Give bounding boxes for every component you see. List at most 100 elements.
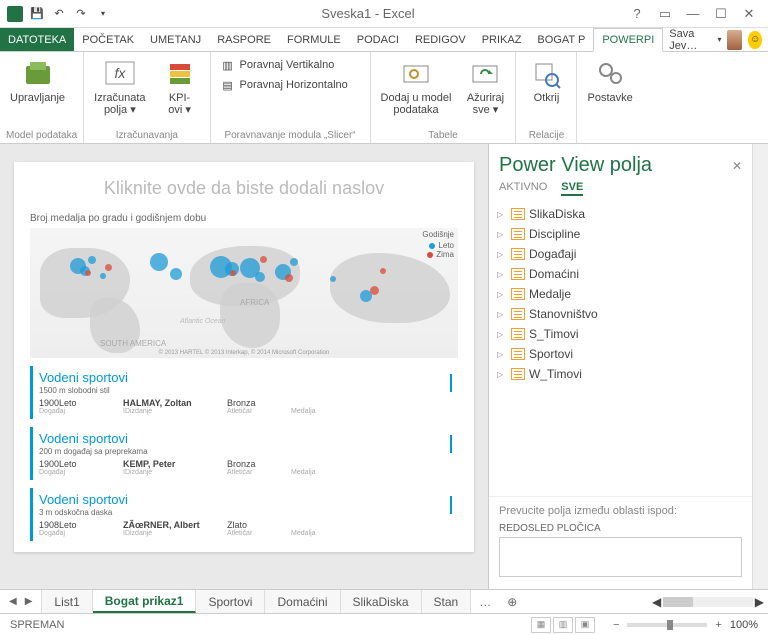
map-bubble[interactable] bbox=[285, 274, 293, 282]
settings-button[interactable]: Postavke bbox=[583, 56, 636, 106]
fx-icon: fx bbox=[104, 58, 136, 90]
pane-close-icon[interactable]: ✕ bbox=[732, 159, 742, 173]
sheet-tab[interactable]: Sportovi bbox=[196, 590, 265, 613]
field-table-item[interactable]: ▷Medalje bbox=[495, 284, 746, 304]
report-tile[interactable]: Vodeni sportovi3 m odskočna daska1908Let… bbox=[30, 488, 458, 541]
subtab-all[interactable]: SVE bbox=[561, 181, 583, 196]
view-page-icon[interactable]: ▥ bbox=[553, 617, 573, 633]
maximize-icon[interactable]: ☐ bbox=[708, 4, 734, 24]
tab-data[interactable]: PODACI bbox=[349, 28, 407, 51]
window-controls: ? ▭ — ☐ ✕ bbox=[618, 4, 768, 24]
map-chart[interactable]: Godišnje Leto Zima © 2013 HARTEL © 2013 … bbox=[30, 228, 458, 358]
expand-icon[interactable]: ▷ bbox=[497, 310, 507, 319]
ribbon-display-icon[interactable]: ▭ bbox=[652, 4, 678, 24]
expand-icon[interactable]: ▷ bbox=[497, 350, 507, 359]
tab-powerview[interactable]: BOGAT P bbox=[529, 28, 593, 51]
add-to-model-button[interactable]: Dodaj u model podataka bbox=[377, 56, 456, 118]
zoom-in-icon[interactable]: + bbox=[713, 619, 723, 631]
map-bubble[interactable] bbox=[85, 270, 91, 276]
expand-icon[interactable]: ▷ bbox=[497, 290, 507, 299]
tab-layout[interactable]: RASPORE bbox=[209, 28, 279, 51]
new-sheet-icon[interactable]: ⊕ bbox=[499, 590, 525, 613]
tab-insert[interactable]: UMETANJ bbox=[142, 28, 209, 51]
subtab-active[interactable]: AKTIVNO bbox=[499, 181, 547, 196]
map-bubble[interactable] bbox=[380, 268, 386, 274]
refresh-all-button[interactable]: Ažuriraj sve ▾ bbox=[461, 56, 509, 118]
tab-home[interactable]: POČETAK bbox=[74, 28, 142, 51]
sheet-tab[interactable]: Stan bbox=[422, 590, 472, 613]
view-break-icon[interactable]: ▣ bbox=[575, 617, 595, 633]
vertical-scrollbar[interactable] bbox=[752, 144, 768, 589]
field-table-item[interactable]: ▷Sportovi bbox=[495, 344, 746, 364]
align-horizontal-button[interactable]: ▤Poravnaj Horizontalno bbox=[217, 76, 351, 94]
expand-icon[interactable]: ▷ bbox=[497, 230, 507, 239]
feedback-icon[interactable]: ☺ bbox=[748, 31, 762, 49]
table-icon bbox=[511, 228, 525, 240]
zoom-level[interactable]: 100% bbox=[730, 619, 758, 631]
tile-accent bbox=[450, 435, 452, 453]
sheet-nav-prev-icon[interactable]: ◀ bbox=[6, 596, 20, 607]
qat-customize-icon[interactable]: ▾ bbox=[94, 5, 112, 23]
calc-fields-button[interactable]: fx Izračunata polja ▾ bbox=[90, 56, 149, 118]
field-table-item[interactable]: ▷Discipline bbox=[495, 224, 746, 244]
map-bubble[interactable] bbox=[290, 258, 298, 266]
group-tables: Dodaj u model podataka Ažuriraj sve ▾ Ta… bbox=[371, 52, 517, 143]
kpi-button[interactable]: KPI- ovi ▾ bbox=[156, 56, 204, 118]
field-table-item[interactable]: ▷Događaji bbox=[495, 244, 746, 264]
sheet-tab[interactable]: List1 bbox=[42, 590, 92, 613]
undo-icon[interactable]: ↶ bbox=[50, 5, 68, 23]
align-vertical-button[interactable]: ▥Poravnaj Vertikalno bbox=[217, 56, 351, 74]
sheet-tab[interactable]: Domaćini bbox=[265, 590, 340, 613]
zoom-slider[interactable] bbox=[627, 623, 707, 627]
minimize-icon[interactable]: — bbox=[680, 4, 706, 24]
map-bubble[interactable] bbox=[330, 276, 336, 282]
tab-view[interactable]: PRIKAZ bbox=[474, 28, 530, 51]
report-title-placeholder[interactable]: Kliknite ovde da biste dodali naslov bbox=[30, 178, 458, 199]
map-bubble[interactable] bbox=[88, 256, 96, 264]
field-table-item[interactable]: ▷W_Timovi bbox=[495, 364, 746, 384]
app-icon[interactable] bbox=[6, 5, 24, 23]
tab-powerpivot[interactable]: POWERPI bbox=[593, 28, 663, 52]
field-table-item[interactable]: ▷Domaćini bbox=[495, 264, 746, 284]
detect-button[interactable]: Otkrij bbox=[522, 56, 570, 106]
zoom-out-icon[interactable]: − bbox=[611, 619, 621, 631]
horizontal-scrollbar[interactable]: ◀ ▶ bbox=[648, 590, 768, 613]
map-bubble[interactable] bbox=[370, 286, 379, 295]
field-table-item[interactable]: ▷Stanovništvo bbox=[495, 304, 746, 324]
field-table-item[interactable]: ▷SlikaDiska bbox=[495, 204, 746, 224]
report-tile[interactable]: Vodeni sportovi200 m događaj sa prepreka… bbox=[30, 427, 458, 480]
map-bubble[interactable] bbox=[150, 253, 168, 271]
redo-icon[interactable]: ↷ bbox=[72, 5, 90, 23]
account-area[interactable]: Sava Jev… ▾ ☺ bbox=[663, 28, 768, 51]
manage-button[interactable]: Upravljanje bbox=[6, 56, 69, 106]
expand-icon[interactable]: ▷ bbox=[497, 370, 507, 379]
tab-file[interactable]: DATOTEKA bbox=[0, 28, 74, 51]
report-canvas[interactable]: Kliknite ovde da biste dodali naslov Bro… bbox=[0, 144, 488, 589]
expand-icon[interactable]: ▷ bbox=[497, 270, 507, 279]
hscroll-left-icon[interactable]: ◀ bbox=[652, 595, 661, 609]
view-normal-icon[interactable]: ▦ bbox=[531, 617, 551, 633]
sheet-tab[interactable]: Bogat prikaz1 bbox=[93, 590, 197, 613]
expand-icon[interactable]: ▷ bbox=[497, 330, 507, 339]
help-icon[interactable]: ? bbox=[624, 4, 650, 24]
expand-icon[interactable]: ▷ bbox=[497, 210, 507, 219]
sheet-tab[interactable]: SlikaDiska bbox=[341, 590, 422, 613]
tile-order-well[interactable] bbox=[499, 537, 742, 577]
map-bubble[interactable] bbox=[170, 268, 182, 280]
field-table-item[interactable]: ▷S_Timovi bbox=[495, 324, 746, 344]
sheet-more[interactable]: … bbox=[471, 590, 499, 613]
map-bubble[interactable] bbox=[100, 273, 106, 279]
expand-icon[interactable]: ▷ bbox=[497, 250, 507, 259]
report-tile[interactable]: Vodeni sportovi1500 m slobodni stil1900L… bbox=[30, 366, 458, 419]
map-bubble[interactable] bbox=[260, 256, 267, 263]
account-name: Sava Jev… bbox=[669, 28, 711, 52]
map-bubble[interactable] bbox=[230, 270, 236, 276]
sheet-nav-next-icon[interactable]: ▶ bbox=[22, 596, 36, 607]
hscroll-right-icon[interactable]: ▶ bbox=[755, 595, 764, 609]
map-bubble[interactable] bbox=[105, 264, 112, 271]
tab-review[interactable]: REDIGOV bbox=[407, 28, 474, 51]
map-bubble[interactable] bbox=[255, 272, 265, 282]
tab-formulas[interactable]: FORMULE bbox=[279, 28, 349, 51]
save-icon[interactable]: 💾 bbox=[28, 5, 46, 23]
close-icon[interactable]: ✕ bbox=[736, 4, 762, 24]
